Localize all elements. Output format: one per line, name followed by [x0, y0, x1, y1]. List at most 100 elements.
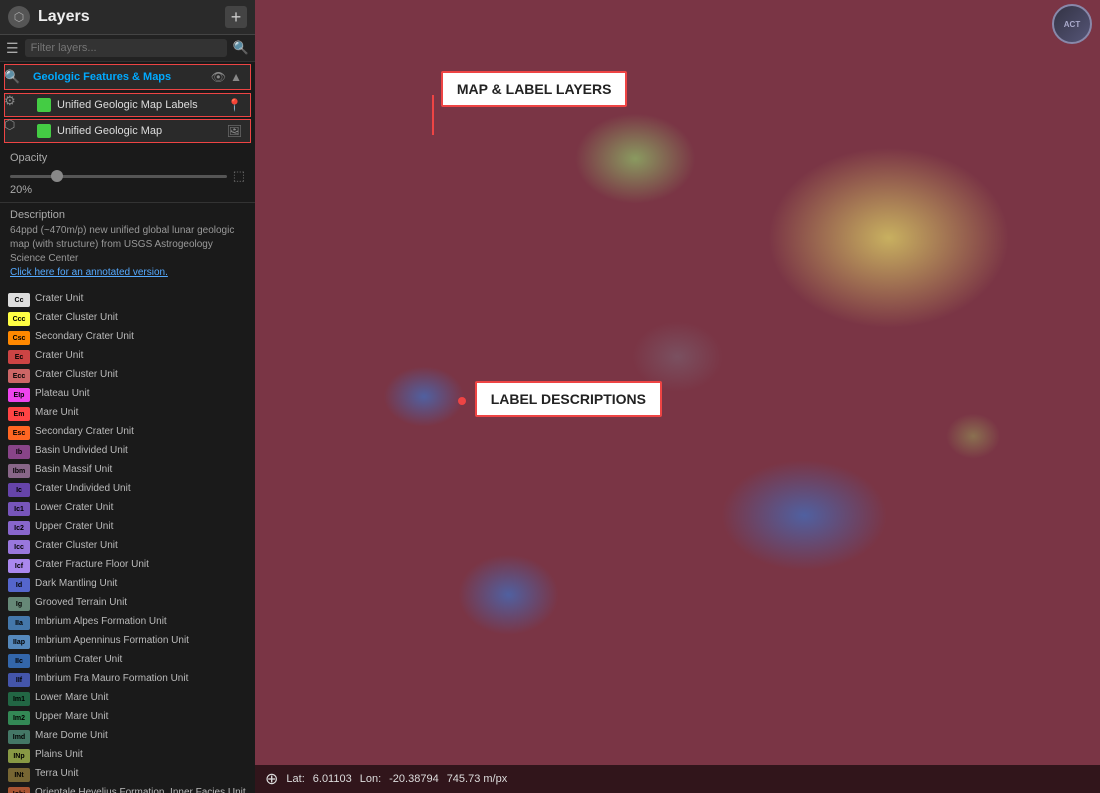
legend-item: Ccc Crater Cluster Unit: [6, 309, 249, 328]
legend-item-label: Mare Unit: [35, 406, 78, 419]
layers-icon[interactable]: ⬡: [4, 117, 20, 133]
lat-value: 6.01103: [313, 773, 352, 785]
callout-map-label-layers: MAP & LABEL LAYERS: [441, 71, 628, 107]
legend-color-box: IIc: [8, 654, 30, 668]
legend-color-box: Ig: [8, 597, 30, 611]
legend-item-label: Lower Mare Unit: [35, 691, 108, 704]
legend-item: Ic2 Upper Crater Unit: [6, 518, 249, 537]
legend-color-box: Ecc: [8, 369, 30, 383]
layer-group-header[interactable]: Geologic Features & Maps 👁 ▲: [4, 64, 251, 90]
legend-item: Ic Crater Undivided Unit: [6, 480, 249, 499]
legend-item-label: Mare Dome Unit: [35, 729, 108, 742]
legend-item-label: Imbrium Fra Mauro Formation Unit: [35, 672, 188, 685]
legend-list: Cc Crater Unit Ccc Crater Cluster Unit C…: [0, 286, 255, 793]
sidebar-toolbar: ☰ 🔍: [0, 35, 255, 62]
legend-item-label: Basin Undivided Unit: [35, 444, 128, 457]
description-label: Description: [10, 209, 245, 221]
legend-color-box: IIf: [8, 673, 30, 687]
legend-item-label: Upper Crater Unit: [35, 520, 113, 533]
map-area[interactable]: MAP & LABEL LAYERS LABEL DESCRIPTIONS AC…: [255, 0, 1100, 793]
legend-item-label: Upper Mare Unit: [35, 710, 108, 723]
lon-value: -20.38794: [389, 773, 439, 785]
legend-color-box: Ic: [8, 483, 30, 497]
legend-color-box: Em: [8, 407, 30, 421]
legend-item-label: Secondary Crater Unit: [35, 330, 134, 343]
legend-color-box: Ib: [8, 445, 30, 459]
legend-item-label: Crater Undivided Unit: [35, 482, 131, 495]
legend-item: IIa Imbrium Alpes Formation Unit: [6, 613, 249, 632]
legend-item: Cc Crater Unit: [6, 290, 249, 309]
legend-item-label: Imbrium Crater Unit: [35, 653, 122, 666]
sidebar-header: ⬡ Layers +: [0, 0, 255, 35]
legend-color-box: EIp: [8, 388, 30, 402]
legend-item: Icf Crater Fracture Floor Unit: [6, 556, 249, 575]
layer-item-map[interactable]: Unified Geologic Map 🖼: [4, 119, 251, 143]
sidebar-title: Layers: [38, 8, 217, 26]
callout-dot-2: [458, 397, 466, 405]
legend-color-box: Id: [8, 578, 30, 592]
legend-color-box: INt: [8, 768, 30, 782]
menu-icon[interactable]: ☰: [6, 40, 19, 57]
group-label: Geologic Features & Maps: [33, 71, 211, 83]
layer-image-icon[interactable]: 🖼: [227, 124, 242, 138]
settings-icon[interactable]: ⚙: [4, 93, 20, 109]
legend-color-box: Icf: [8, 559, 30, 573]
legend-item-label: Imbrium Apenninus Formation Unit: [35, 634, 189, 647]
legend-item-label: Crater Cluster Unit: [35, 539, 118, 552]
search-icon: 🔍: [233, 40, 249, 56]
legend-item: Ig Grooved Terrain Unit: [6, 594, 249, 613]
legend-color-box: Im2: [8, 711, 30, 725]
description-link[interactable]: Click here for an annotated version.: [10, 267, 168, 278]
legend-item-label: Lower Crater Unit: [35, 501, 113, 514]
legend-item-label: Terra Unit: [35, 767, 78, 780]
lon-label: Lon:: [360, 773, 381, 785]
legend-item-label: Crater Fracture Floor Unit: [35, 558, 149, 571]
legend-color-box: Ibm: [8, 464, 30, 478]
left-tool-icons: 🔍 ⚙ ⬡: [0, 65, 24, 137]
layer-color-map: [37, 124, 51, 138]
legend-item: Ib Basin Undivided Unit: [6, 442, 249, 461]
legend-item: Icc Crater Cluster Unit: [6, 537, 249, 556]
legend-color-box: IIap: [8, 635, 30, 649]
opacity-slider[interactable]: [10, 175, 227, 178]
legend-item-label: Plateau Unit: [35, 387, 89, 400]
legend-item-label: Crater Unit: [35, 292, 83, 305]
legend-item: IIf Imbrium Fra Mauro Formation Unit: [6, 670, 249, 689]
legend-item: Ibm Basin Massif Unit: [6, 461, 249, 480]
opacity-controls: ⬚: [10, 168, 245, 184]
layer-pin-icon[interactable]: 📍: [227, 98, 242, 112]
map-background: [255, 0, 1100, 793]
layer-map-text: Unified Geologic Map: [57, 125, 227, 137]
legend-item-label: Basin Massif Unit: [35, 463, 112, 476]
legend-item: Csc Secondary Crater Unit: [6, 328, 249, 347]
legend-item-label: Secondary Crater Unit: [35, 425, 134, 438]
legend-item: Im2 Upper Mare Unit: [6, 708, 249, 727]
legend-item: Esc Secondary Crater Unit: [6, 423, 249, 442]
usgs-logo: ACT: [1052, 4, 1092, 44]
group-collapse-icon[interactable]: ▲: [230, 70, 242, 84]
legend-item: Im1 Lower Mare Unit: [6, 689, 249, 708]
legend-item-label: Crater Unit: [35, 349, 83, 362]
legend-color-box: Ic1: [8, 502, 30, 516]
layer-item-labels[interactable]: Unified Geologic Map Labels 📍: [4, 93, 251, 117]
legend-item-label: Dark Mantling Unit: [35, 577, 117, 590]
callout-line-1: [432, 95, 434, 135]
legend-color-box: Icc: [8, 540, 30, 554]
sidebar: ⬡ Layers + ☰ 🔍 🔍 ⚙ ⬡ Geologic Features &…: [0, 0, 255, 793]
legend-color-box: Csc: [8, 331, 30, 345]
legend-color-box: Ic2: [8, 521, 30, 535]
zoom-in-icon[interactable]: 🔍: [4, 69, 20, 85]
legend-item: INt Terra Unit: [6, 765, 249, 784]
lat-label: Lat:: [286, 773, 304, 785]
legend-item: Ec Crater Unit: [6, 347, 249, 366]
legend-item-label: Plains Unit: [35, 748, 83, 761]
legend-color-box: Ccc: [8, 312, 30, 326]
add-layer-button[interactable]: +: [225, 6, 247, 28]
legend-color-box: Iohi: [8, 787, 30, 793]
group-visibility-icon[interactable]: 👁: [211, 70, 226, 84]
legend-color-box: Cc: [8, 293, 30, 307]
scale-value: 745.73 m/px: [447, 773, 508, 785]
legend-color-box: Imd: [8, 730, 30, 744]
legend-item-label: Orientale Hevelius Formation, Inner Faci…: [35, 786, 246, 793]
search-input[interactable]: [25, 39, 227, 57]
